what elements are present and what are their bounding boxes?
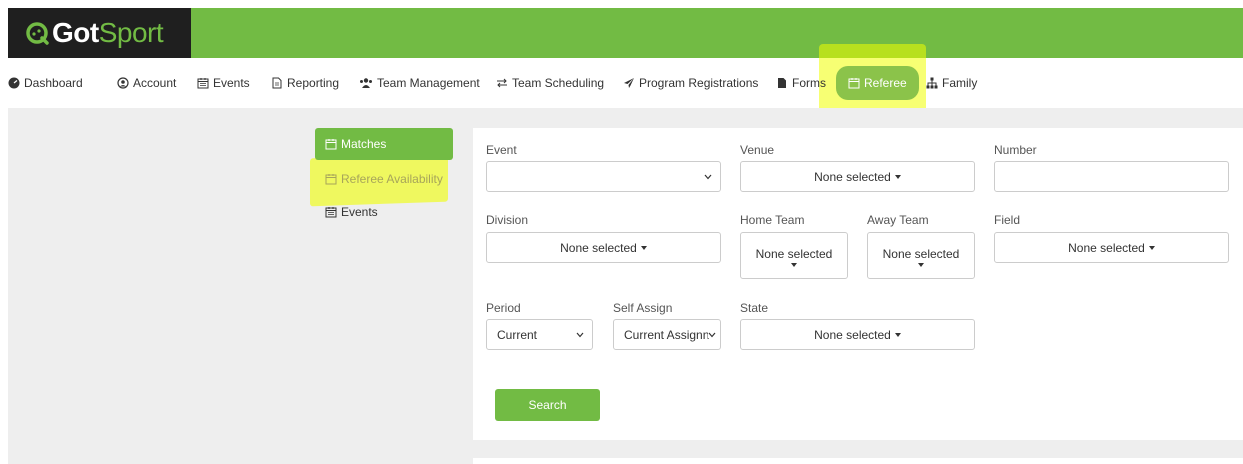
chevron-down-icon (704, 174, 712, 179)
period-select[interactable]: Current (486, 319, 593, 350)
search-button[interactable]: Search (495, 389, 600, 421)
home-team-label: Home Team (740, 213, 805, 227)
nav-account-label: Account (133, 76, 177, 90)
nav-reporting-label: Reporting (287, 76, 340, 90)
nav-events[interactable]: Events (197, 58, 250, 108)
nav-program-registrations[interactable]: Program Registrations (623, 58, 758, 108)
venue-value: None selected (814, 169, 891, 184)
field-label: Field (994, 213, 1021, 227)
caret-down-icon (894, 332, 901, 337)
submenu-referee-availability-label: Referee Availability (341, 172, 443, 186)
logo-text-sport: Sport (98, 17, 164, 48)
file-solid-icon (778, 78, 786, 88)
division-multiselect[interactable]: None selected (486, 232, 721, 263)
gotsport-logo[interactable]: GotSport (8, 8, 191, 58)
state-multiselect[interactable]: None selected (740, 319, 975, 350)
nav-referee-label: Referee (864, 76, 907, 90)
venue-multiselect[interactable]: None selected (740, 161, 975, 192)
caret-down-icon (791, 262, 797, 267)
submenu-matches[interactable]: Matches (315, 128, 453, 160)
caret-down-icon (894, 174, 901, 179)
away-team-value: None selected (882, 246, 960, 261)
calendar-icon (197, 78, 209, 89)
chevron-down-icon (708, 331, 716, 338)
calendar-outline-icon (325, 174, 337, 185)
results-panel (473, 458, 1243, 464)
nav-account[interactable]: Account (117, 58, 176, 108)
home-team-multiselect[interactable]: None selected (740, 232, 848, 279)
self-assign-value: Current Assignn (624, 327, 710, 342)
chevron-down-icon (576, 332, 584, 337)
nav-team-scheduling-label: Team Scheduling (512, 76, 605, 90)
submenu-events-label: Events (341, 205, 378, 219)
nav-program-registrations-label: Program Registrations (639, 76, 759, 90)
logo-text-got: Got (52, 17, 99, 48)
venue-label: Venue (740, 143, 775, 157)
division-value: None selected (560, 240, 637, 255)
number-label: Number (994, 143, 1037, 157)
nav-family-label: Family (942, 76, 978, 90)
self-assign-label: Self Assign (613, 301, 673, 315)
period-value: Current (497, 327, 538, 342)
submenu-events[interactable]: Events (315, 196, 453, 228)
field-multiselect[interactable]: None selected (994, 232, 1229, 263)
period-label: Period (486, 301, 521, 315)
logo-mark-icon (26, 22, 49, 45)
self-assign-select[interactable]: Current Assignn (613, 319, 721, 350)
away-team-label: Away Team (867, 213, 929, 227)
tachometer-icon (8, 77, 20, 89)
away-team-multiselect[interactable]: None selected (867, 232, 975, 279)
nav-referee[interactable]: Referee (836, 66, 919, 100)
calendar-outline-icon (848, 78, 860, 89)
file-icon (272, 77, 282, 89)
submenu-matches-label: Matches (341, 137, 387, 151)
user-circle-icon (117, 77, 129, 89)
caret-down-icon (640, 245, 647, 250)
users-icon (360, 78, 372, 88)
caret-down-icon (1148, 245, 1155, 250)
event-select[interactable] (486, 161, 721, 192)
nav-team-scheduling[interactable]: Team Scheduling (496, 58, 604, 108)
paper-plane-icon (624, 78, 634, 88)
caret-down-icon (918, 262, 924, 267)
home-team-value: None selected (755, 246, 833, 261)
nav-dashboard-label: Dashboard (24, 76, 83, 90)
nav-reporting[interactable]: Reporting (271, 58, 339, 108)
nav-forms[interactable]: Forms (776, 58, 826, 108)
nav-family[interactable]: Family (926, 58, 977, 108)
nav-team-management[interactable]: Team Management (359, 58, 480, 108)
nav-dashboard[interactable]: Dashboard (8, 58, 83, 108)
state-label: State (740, 301, 769, 315)
calendar-icon (325, 207, 337, 218)
nav-team-management-label: Team Management (377, 76, 480, 90)
division-label: Division (486, 213, 529, 227)
exchange-icon (497, 78, 507, 88)
main-nav: Dashboard Account Events Reporting Team … (0, 44, 1243, 114)
number-input[interactable] (994, 161, 1229, 192)
submenu-referee-availability[interactable]: Referee Availability (315, 163, 453, 195)
calendar-outline-icon (325, 139, 337, 150)
nav-events-label: Events (213, 76, 250, 90)
event-label: Event (486, 143, 517, 157)
top-header: GotSport (8, 8, 1243, 58)
nav-forms-label: Forms (792, 76, 826, 90)
field-value: None selected (1068, 240, 1145, 255)
state-value: None selected (814, 327, 891, 342)
sitemap-icon (926, 77, 938, 89)
